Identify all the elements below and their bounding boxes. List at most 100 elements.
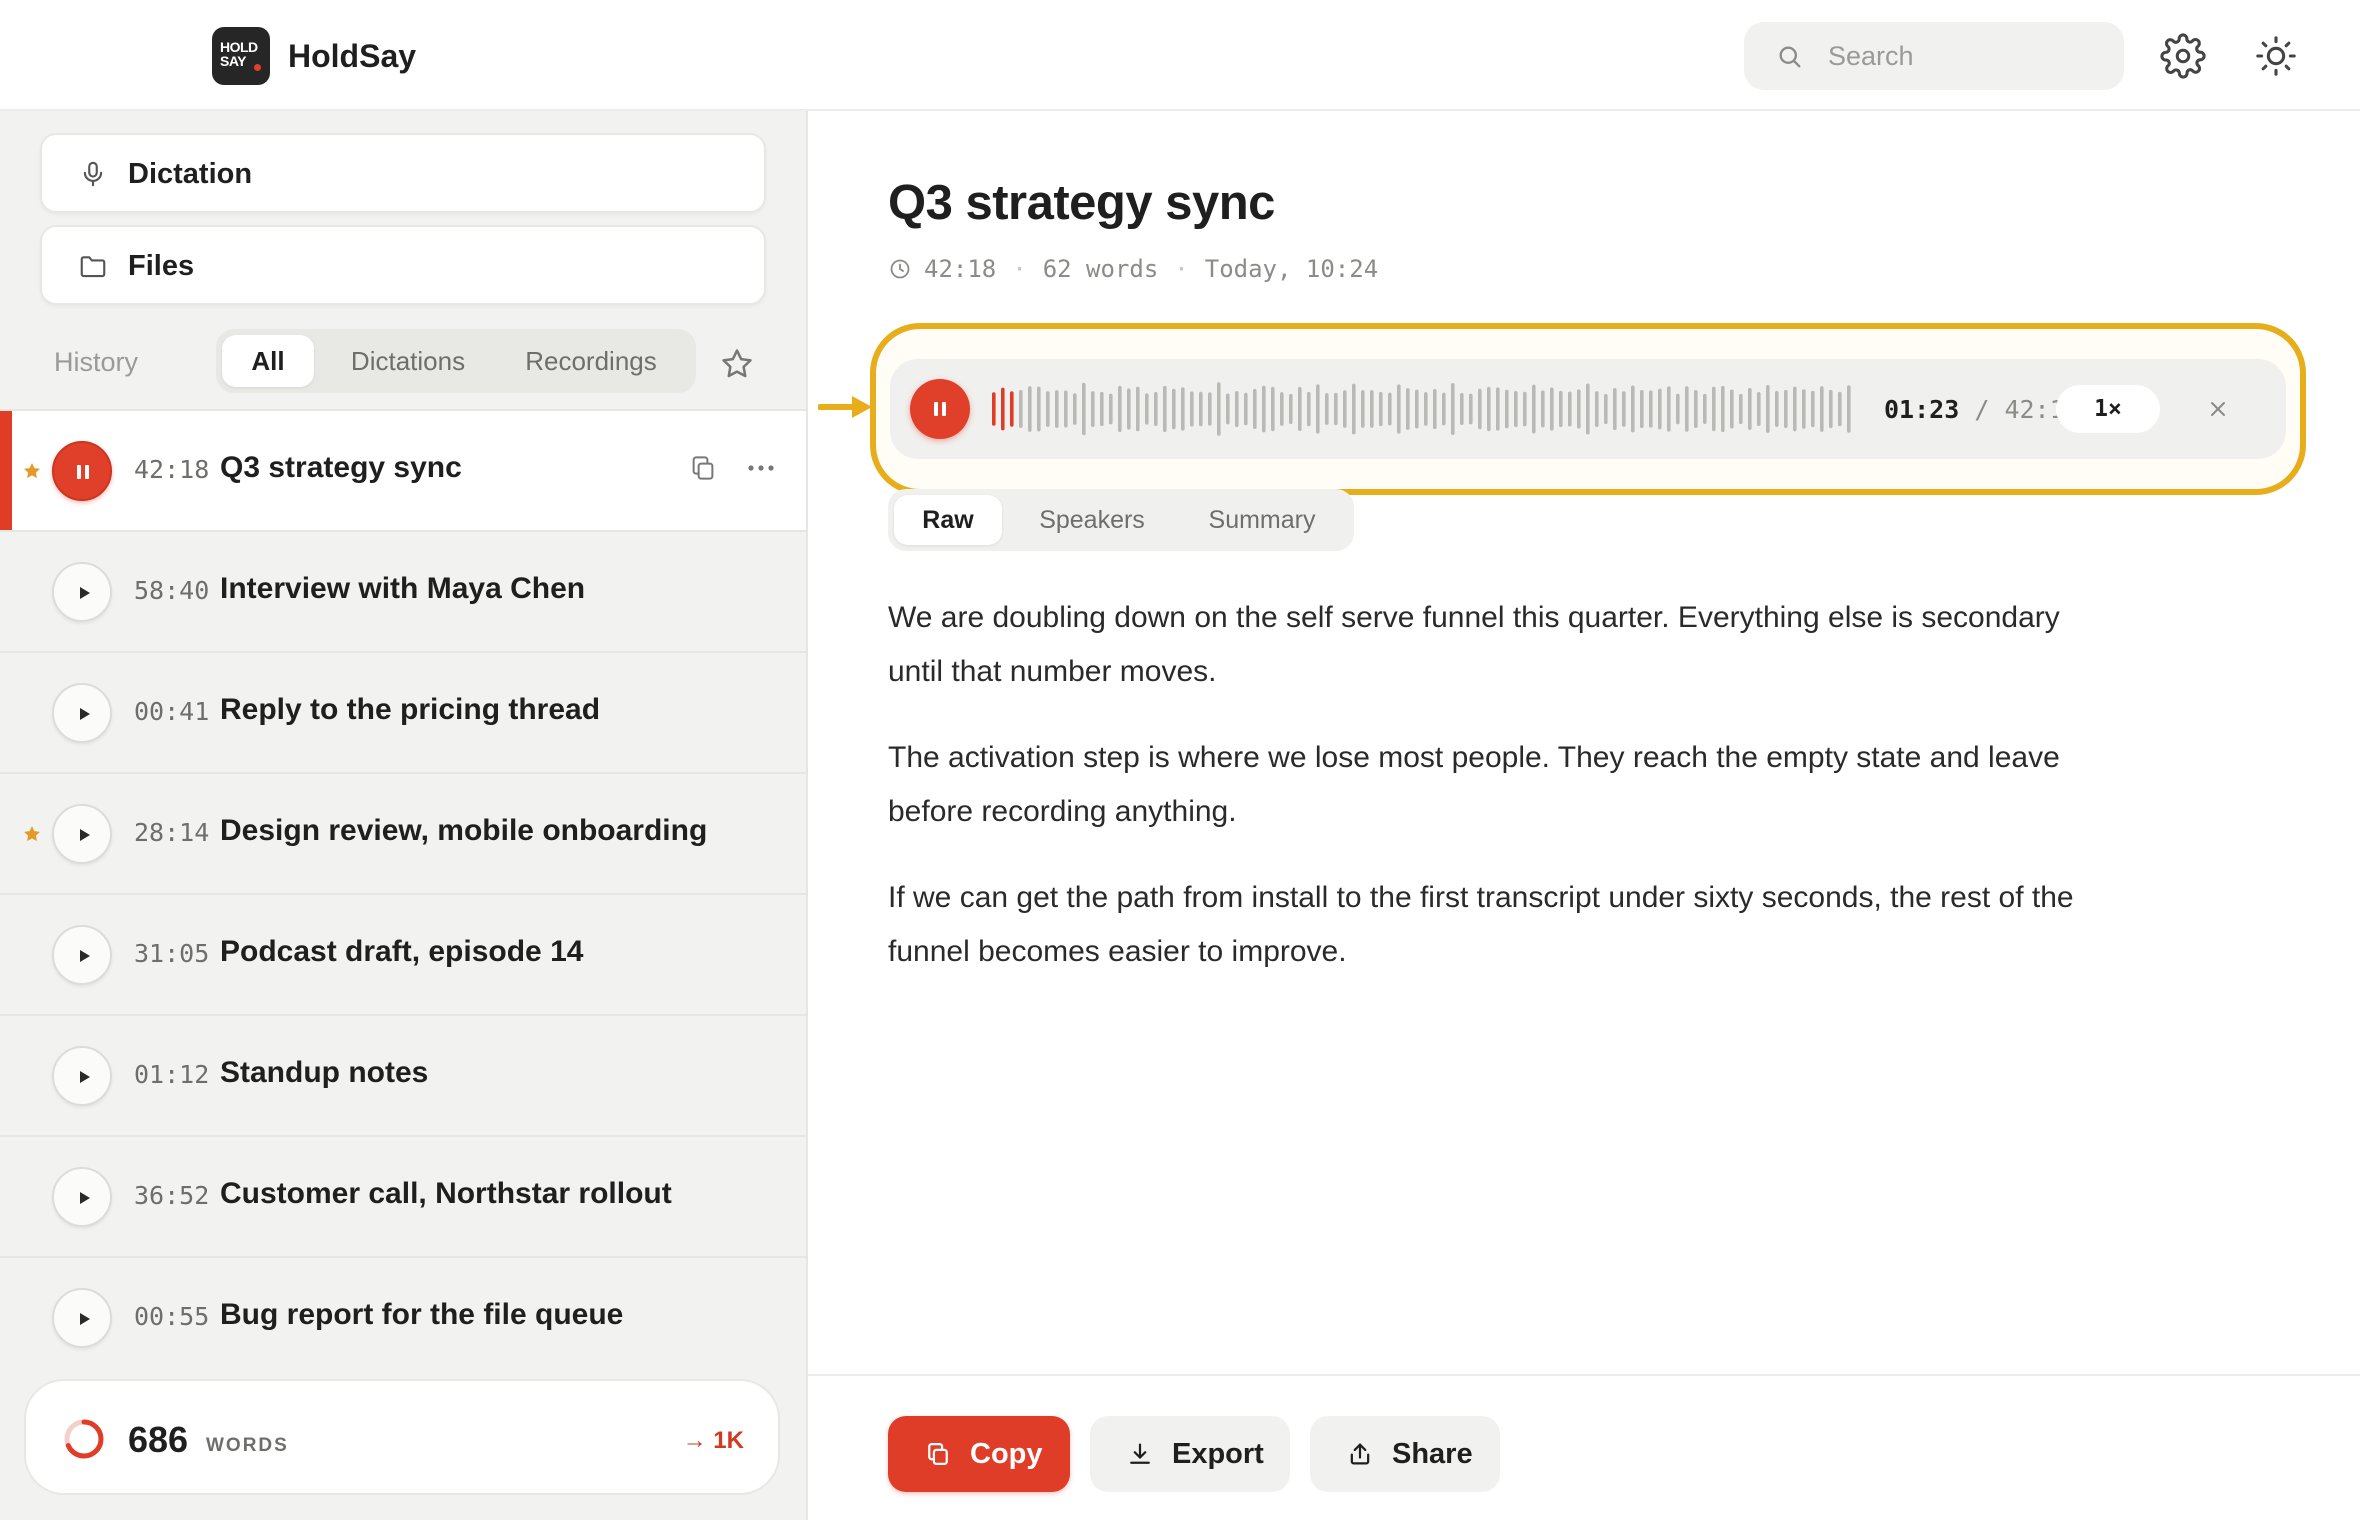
waveform-bar: [1298, 386, 1302, 432]
waveform-bar: [1757, 391, 1761, 427]
play-icon: [80, 950, 90, 962]
waveform-bar: [1622, 391, 1626, 427]
waveform-bar: [1064, 390, 1068, 428]
history-item[interactable]: 00:55 Bug report for the file queue: [0, 1256, 806, 1378]
waveform-bar: [1217, 382, 1221, 436]
waveform-bar: [1127, 388, 1131, 430]
waveform-bar: [1190, 391, 1194, 427]
transcript-paragraph: The activation step is where we lose mos…: [888, 741, 2060, 828]
play-button[interactable]: [52, 1046, 112, 1106]
share-button[interactable]: Share: [1310, 1416, 1500, 1492]
history-item[interactable]: 28:14 Design review, mobile onboarding: [0, 772, 806, 894]
waveform-bar: [1577, 389, 1581, 429]
waveform-bar: [1649, 390, 1653, 428]
waveform-bar: [1478, 388, 1482, 430]
history-item[interactable]: 36:52 Customer call, Northstar rollout: [0, 1135, 806, 1257]
waveform-bar: [1505, 389, 1509, 429]
item-duration: 00:41: [134, 697, 210, 726]
pause-button[interactable]: [52, 441, 112, 501]
play-icon: [80, 708, 90, 720]
nav-files[interactable]: Files: [40, 225, 766, 305]
sun-icon[interactable]: [2253, 33, 2299, 79]
waveform-bar: [1595, 391, 1599, 427]
logo-dot: [254, 64, 261, 71]
play-button[interactable]: [52, 683, 112, 743]
waveform-bar: [1586, 383, 1590, 435]
waveform-bar: [1793, 386, 1797, 432]
tab-summary[interactable]: Summary: [1182, 495, 1342, 545]
copy-icon[interactable]: [688, 453, 718, 483]
item-duration: 28:14: [134, 818, 210, 847]
waveform-scrubber[interactable]: [992, 381, 1864, 437]
player-time: 01:23 / 42:18: [1884, 395, 2080, 424]
waveform-bar: [1172, 388, 1176, 430]
copy-button[interactable]: Copy: [888, 1416, 1070, 1492]
history-item[interactable]: 58:40 Interview with Maya Chen: [0, 530, 806, 652]
word-goal: → 1K: [682, 1427, 744, 1454]
waveform-bar: [1514, 391, 1518, 427]
waveform-bar: [1370, 390, 1374, 428]
waveform-bar: [1019, 390, 1023, 428]
export-button[interactable]: Export: [1090, 1416, 1290, 1492]
waveform-bar: [1784, 389, 1788, 429]
waveform-bar: [1181, 387, 1185, 431]
search-icon: [1779, 46, 1801, 68]
gear-icon[interactable]: [2160, 33, 2206, 79]
history-item[interactable]: 00:41 Reply to the pricing thread: [0, 651, 806, 773]
waveform-bar: [1082, 382, 1086, 436]
play-button[interactable]: [52, 804, 112, 864]
play-button[interactable]: [52, 562, 112, 622]
waveform-bar: [1604, 393, 1608, 425]
history-item[interactable]: 42:18 Q3 strategy sync: [0, 409, 806, 531]
waveform-bar: [1280, 392, 1284, 426]
play-button[interactable]: [52, 925, 112, 985]
document-meta: 42:18 · 62 words · Today, 10:24: [888, 255, 1378, 283]
player-pause-button[interactable]: [910, 379, 970, 439]
tab-speakers[interactable]: Speakers: [1012, 495, 1172, 545]
waveform-bar: [1631, 385, 1635, 433]
waveform-bar: [1712, 386, 1716, 432]
waveform-bar: [1208, 392, 1212, 426]
close-icon[interactable]: [2208, 399, 2228, 419]
waveform-bar: [1334, 392, 1338, 426]
history-item[interactable]: 01:12 Standup notes: [0, 1014, 806, 1136]
waveform-bar: [1361, 390, 1365, 428]
meta-timestamp: Today, 10:24: [1204, 255, 1379, 283]
filter-recordings[interactable]: Recordings: [498, 335, 684, 387]
waveform-bar: [1433, 388, 1437, 430]
search-box[interactable]: [1744, 22, 2124, 90]
waveform-bar: [1748, 388, 1752, 430]
play-button[interactable]: [52, 1288, 112, 1348]
item-title: Interview with Maya Chen: [220, 572, 586, 605]
waveform-bar: [1559, 390, 1563, 428]
app-name: HoldSay: [288, 38, 417, 74]
play-button[interactable]: [52, 1167, 112, 1227]
playback-speed-button[interactable]: 1×: [2056, 385, 2160, 433]
more-icon[interactable]: [744, 453, 778, 483]
waveform-bar: [1136, 386, 1140, 432]
star-icon[interactable]: [22, 461, 42, 481]
waveform-bar: [1055, 390, 1059, 428]
waveform-bar: [1343, 390, 1347, 428]
microphone-icon: [83, 161, 103, 187]
waveform-bar: [1451, 383, 1455, 435]
waveform-bar: [1523, 391, 1527, 427]
waveform-bar: [1469, 393, 1473, 425]
audio-player: 01:23 / 42:18 1×: [890, 359, 2286, 459]
nav-dictation[interactable]: Dictation: [40, 133, 766, 213]
waveform-bar: [1703, 393, 1707, 425]
word-progress-ring: [64, 1419, 104, 1459]
waveform-bar: [1316, 384, 1320, 434]
item-title: Bug report for the file queue: [220, 1298, 624, 1331]
waveform-bar: [1388, 392, 1392, 426]
star-filter-icon[interactable]: [718, 345, 756, 383]
filter-all[interactable]: All: [222, 335, 314, 387]
star-icon[interactable]: [22, 824, 42, 844]
waveform-bar: [1235, 390, 1239, 428]
history-item[interactable]: 31:05 Podcast draft, episode 14: [0, 893, 806, 1015]
waveform-bar: [1118, 385, 1122, 433]
waveform-bar: [1775, 391, 1779, 427]
search-input[interactable]: [1828, 36, 2098, 76]
filter-dictations[interactable]: Dictations: [328, 335, 488, 387]
tab-raw[interactable]: Raw: [894, 495, 1002, 545]
